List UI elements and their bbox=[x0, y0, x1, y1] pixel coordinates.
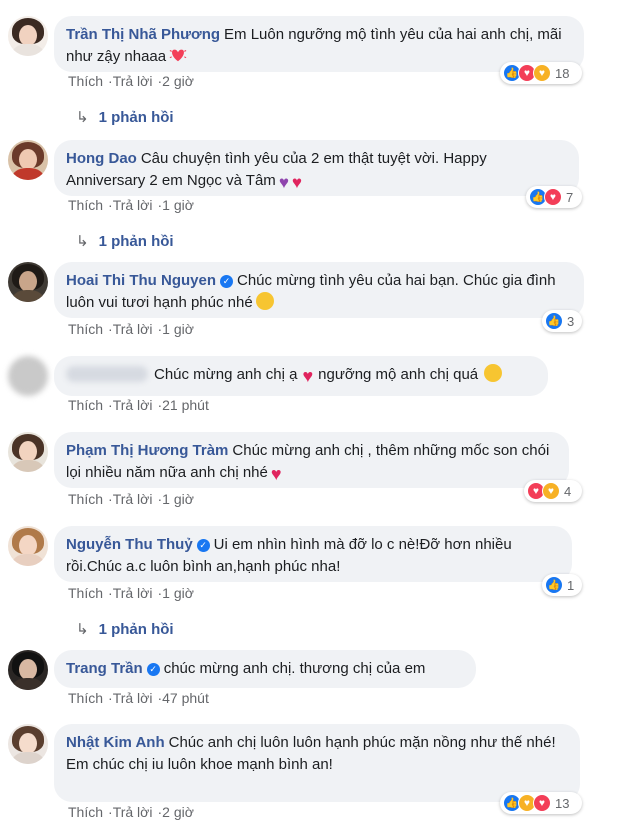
view-replies-link[interactable]: ↳ 1 phản hồi bbox=[76, 108, 174, 126]
comment-time[interactable]: 1 giờ bbox=[162, 585, 194, 601]
comment-actions: Thích ·Trả lời ·2 giờ bbox=[68, 804, 194, 820]
comment-time[interactable]: 21 phút bbox=[162, 397, 209, 413]
like-link[interactable]: Thích bbox=[68, 397, 103, 413]
red-heart-emoji-icon: ♥ bbox=[291, 173, 302, 192]
smiling-face-with-hearts-emoji-icon bbox=[255, 292, 274, 310]
like-link[interactable]: Thích bbox=[68, 585, 103, 601]
like-link[interactable]: Thích bbox=[68, 804, 103, 820]
comment-time[interactable]: 1 giờ bbox=[162, 197, 194, 213]
care-reaction-icon: ♥ bbox=[542, 482, 560, 500]
reaction-summary[interactable]: 👍 3 bbox=[542, 310, 582, 332]
avatar[interactable] bbox=[8, 724, 48, 764]
comment-text-continued: Em chúc chị iu luôn khoe mạnh bình an! bbox=[66, 756, 333, 773]
comment-author[interactable]: Hoai Thi Thu Nguyen bbox=[66, 272, 216, 289]
reply-arrow-icon: ↳ bbox=[76, 233, 89, 250]
beating-heart-emoji-icon bbox=[169, 49, 187, 62]
like-link[interactable]: Thích bbox=[68, 321, 103, 337]
reaction-summary[interactable]: 👍 ♥ ♥ 18 bbox=[500, 62, 582, 84]
comment-bubble: Trang Trần ✓ chúc mừng anh chị. thương chị… bbox=[54, 650, 476, 688]
comment-actions: Thích ·Trả lời ·1 giờ bbox=[68, 321, 194, 337]
comment-time[interactable]: 1 giờ bbox=[162, 491, 194, 507]
like-link[interactable]: Thích bbox=[68, 73, 103, 89]
avatar[interactable] bbox=[8, 432, 48, 472]
reaction-summary[interactable]: ♥ ♥ 4 bbox=[524, 480, 582, 502]
reply-link[interactable]: Trả lời bbox=[113, 397, 153, 413]
comment-author[interactable]: Trần Thị Nhã Phương bbox=[66, 26, 220, 43]
reply-link[interactable]: Trả lời bbox=[113, 197, 153, 213]
purple-heart-emoji-icon: ♥ bbox=[278, 173, 289, 192]
reply-link[interactable]: Trả lời bbox=[113, 321, 153, 337]
comment-time[interactable]: 1 giờ bbox=[162, 321, 194, 337]
avatar[interactable] bbox=[8, 16, 48, 56]
reaction-summary[interactable]: 👍 ♥ 7 bbox=[526, 186, 582, 208]
comment-author[interactable]: Hong Dao bbox=[66, 150, 137, 167]
like-link[interactable]: Thích bbox=[68, 491, 103, 507]
avatar[interactable] bbox=[8, 650, 48, 690]
reply-arrow-icon: ↳ bbox=[76, 621, 89, 638]
face-blowing-kiss-emoji-icon bbox=[484, 364, 503, 382]
comment-actions: Thích ·Trả lời ·1 giờ bbox=[68, 197, 194, 213]
replies-count: 1 phản hồi bbox=[98, 621, 174, 638]
reply-link[interactable]: Trả lời bbox=[113, 491, 153, 507]
comment-bubble: Nguyễn Thu Thuỷ ✓ Ui em nhìn hình mà đỡ lo… bbox=[54, 526, 572, 582]
replies-count: 1 phản hồi bbox=[98, 109, 174, 126]
reply-arrow-icon: ↳ bbox=[76, 109, 89, 126]
comment-actions: Thích ·Trả lời ·1 giờ bbox=[68, 585, 194, 601]
comment-bubble: Chúc mừng anh chị ạ ♥ ngưỡng mộ anh chị qu… bbox=[54, 356, 548, 396]
hidden-author-name[interactable] bbox=[66, 366, 148, 382]
reply-link[interactable]: Trả lời bbox=[113, 73, 153, 89]
like-reaction-icon: 👍 bbox=[545, 576, 563, 594]
reaction-summary[interactable]: 👍 ♥ ♥ 13 bbox=[500, 792, 582, 814]
comment-bubble: Hoai Thi Thu Nguyen ✓ Chúc mừng tình yêu c… bbox=[54, 262, 584, 318]
love-reaction-icon: ♥ bbox=[533, 794, 551, 812]
reply-link[interactable]: Trả lời bbox=[113, 585, 153, 601]
avatar[interactable] bbox=[8, 262, 48, 302]
avatar[interactable] bbox=[8, 140, 48, 180]
comment-time[interactable]: 47 phút bbox=[162, 690, 209, 706]
comment-time[interactable]: 2 giờ bbox=[162, 804, 194, 820]
reaction-count: 18 bbox=[555, 65, 570, 81]
verified-check-icon: ✓ bbox=[196, 539, 210, 552]
comment-actions: Thích ·Trả lời ·1 giờ bbox=[68, 491, 194, 507]
comment-bubble: Nhật Kim Anh Chúc anh chị luôn luôn hạnh … bbox=[54, 724, 580, 802]
like-link[interactable]: Thích bbox=[68, 690, 103, 706]
verified-check-icon: ✓ bbox=[146, 663, 160, 676]
reply-link[interactable]: Trả lời bbox=[113, 804, 153, 820]
comment-author[interactable]: Nhật Kim Anh bbox=[66, 734, 165, 751]
reaction-count: 13 bbox=[555, 795, 570, 811]
comment-author[interactable]: Phạm Thị Hương Tràm bbox=[66, 442, 228, 459]
red-heart-emoji-icon: ♥ bbox=[270, 464, 282, 484]
red-heart-emoji-icon: ♥ bbox=[302, 366, 314, 386]
view-replies-link[interactable]: ↳ 1 phản hồi bbox=[76, 232, 174, 250]
comment-actions: Thích ·Trả lời ·21 phút bbox=[68, 397, 209, 413]
comment-bubble: Hong Dao Câu chuyện tình yêu của 2 em thậ… bbox=[54, 140, 579, 196]
comment-text: Chúc mừng anh chị ạ bbox=[154, 366, 298, 383]
comment-text-continued: ngưỡng mộ anh chị quá bbox=[318, 366, 479, 383]
avatar[interactable] bbox=[8, 526, 48, 566]
comment-author[interactable]: Nguyễn Thu Thuỷ bbox=[66, 536, 193, 553]
reply-link[interactable]: Trả lời bbox=[113, 690, 153, 706]
comment-actions: Thích ·Trả lời ·47 phút bbox=[68, 690, 209, 706]
avatar[interactable] bbox=[8, 356, 48, 396]
comment-text: Chúc anh chị luôn luôn hạnh phúc mặn nồn… bbox=[168, 734, 556, 751]
reaction-count: 7 bbox=[566, 189, 574, 205]
view-replies-link[interactable]: ↳ 1 phản hồi bbox=[76, 620, 174, 638]
care-reaction-icon: ♥ bbox=[533, 64, 551, 82]
reaction-count: 1 bbox=[567, 577, 575, 593]
verified-check-icon: ✓ bbox=[220, 275, 233, 288]
replies-count: 1 phản hồi bbox=[98, 233, 174, 250]
love-reaction-icon: ♥ bbox=[544, 188, 562, 206]
comment-actions: Thích ·Trả lời ·2 giờ bbox=[68, 73, 194, 89]
comment-text: chúc mừng anh chị. thương chị của em bbox=[163, 660, 426, 677]
comment-bubble: Phạm Thị Hương Tràm Chúc mừng anh chị , t… bbox=[54, 432, 569, 488]
comment-author[interactable]: Trang Trần bbox=[66, 660, 143, 677]
reaction-count: 3 bbox=[567, 313, 575, 329]
reaction-count: 4 bbox=[564, 483, 572, 499]
reaction-summary[interactable]: 👍 1 bbox=[542, 574, 582, 596]
comment-time[interactable]: 2 giờ bbox=[162, 73, 194, 89]
like-link[interactable]: Thích bbox=[68, 197, 103, 213]
like-reaction-icon: 👍 bbox=[545, 312, 563, 330]
